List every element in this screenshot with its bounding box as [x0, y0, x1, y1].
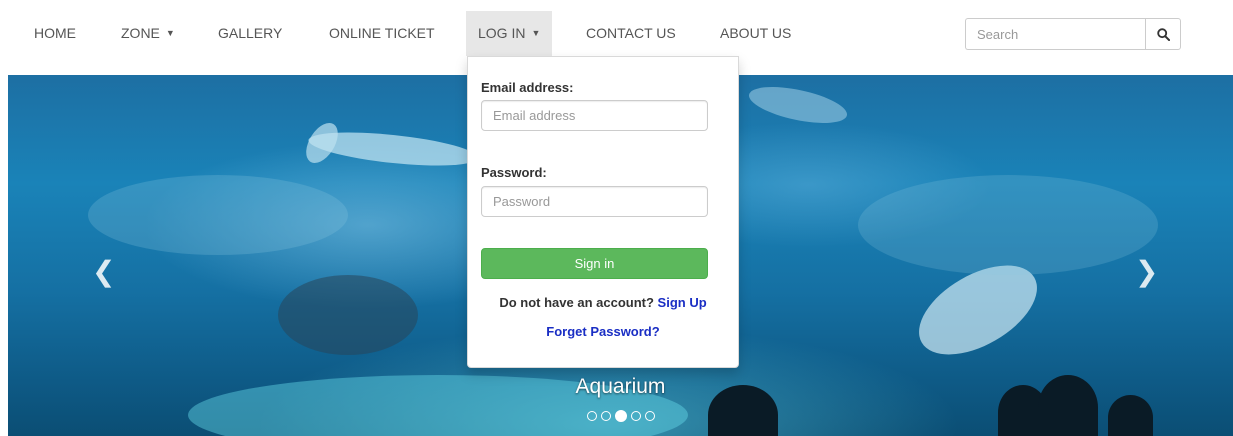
whale-shark-shape [745, 79, 851, 131]
password-label: Password: [481, 165, 547, 180]
forget-password-link[interactable]: Forget Password? [546, 324, 659, 339]
nav-log-in-label: LOG IN [478, 25, 526, 41]
carousel-caption: Aquarium [575, 375, 666, 398]
fish-school-shape [278, 275, 418, 355]
nav-home[interactable]: HOME [34, 11, 76, 56]
carousel-indicator[interactable] [600, 411, 611, 421]
chevron-right-icon: ❯ [1135, 255, 1159, 288]
nav-contact-us-label: CONTACT US [586, 25, 676, 41]
caret-down-icon: ▼ [165, 27, 175, 38]
nav-log-in[interactable]: LOG IN ▼ [466, 11, 553, 56]
nav-gallery[interactable]: GALLERY [218, 11, 282, 56]
password-field[interactable] [481, 186, 708, 217]
nav-home-label: HOME [34, 25, 76, 41]
search-button[interactable] [1145, 18, 1181, 50]
search-form [965, 18, 1181, 50]
carousel-indicators [8, 410, 1233, 422]
nav-zone-label: ZONE [121, 25, 160, 41]
carousel-next-button[interactable]: ❯ [1135, 255, 1158, 288]
search-icon [1156, 27, 1170, 41]
chevron-left-icon: ❮ [92, 255, 116, 288]
nav-zone[interactable]: ZONE ▼ [121, 11, 175, 56]
login-dropdown: Email address: Password: Sign in Do not … [467, 56, 739, 368]
nav-gallery-label: GALLERY [218, 25, 283, 41]
sign-up-link[interactable]: Sign Up [658, 295, 707, 310]
nav-online-ticket-label: ONLINE TICKET [329, 25, 435, 41]
signup-prompt: Do not have an account? Sign Up [468, 295, 738, 310]
nav-contact-us[interactable]: CONTACT US [586, 11, 676, 56]
forget-password-row: Forget Password? [468, 324, 738, 339]
email-label: Email address: [481, 80, 574, 95]
search-input[interactable] [965, 18, 1145, 50]
no-account-text: Do not have an account? [499, 295, 654, 310]
carousel-indicator[interactable] [644, 411, 655, 421]
carousel-indicator-active[interactable] [614, 410, 627, 422]
email-field[interactable] [481, 100, 708, 131]
nav-about-us[interactable]: ABOUT US [720, 11, 791, 56]
nav-about-us-label: ABOUT US [720, 25, 792, 41]
nav-online-ticket[interactable]: ONLINE TICKET [329, 11, 435, 56]
carousel-prev-button[interactable]: ❮ [92, 255, 115, 288]
fish-school-shape [858, 175, 1158, 275]
caret-down-icon: ▼ [531, 27, 541, 38]
carousel-indicator[interactable] [630, 411, 641, 421]
carousel-indicator[interactable] [586, 411, 597, 421]
fish-school-shape [88, 175, 348, 255]
sign-in-button[interactable]: Sign in [481, 248, 708, 279]
